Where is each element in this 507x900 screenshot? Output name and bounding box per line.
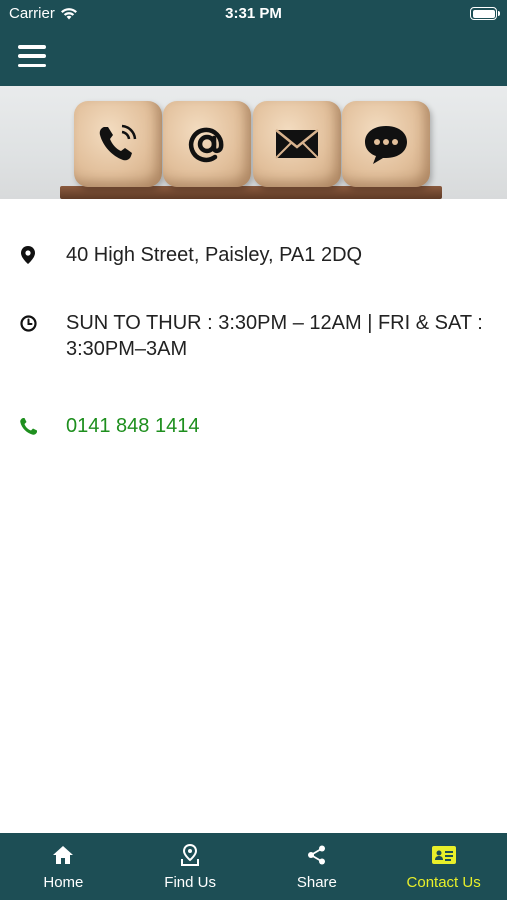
tab-home[interactable]: Home bbox=[0, 833, 127, 900]
hamburger-menu-icon[interactable] bbox=[18, 44, 46, 68]
map-pin-icon bbox=[18, 245, 38, 265]
chat-cube bbox=[342, 101, 430, 187]
bottom-tab-bar: Home Find Us Share Contact Us bbox=[0, 833, 507, 900]
tab-share[interactable]: Share bbox=[254, 833, 381, 900]
email-at-cube bbox=[163, 101, 251, 187]
clock-time: 3:31 PM bbox=[225, 5, 282, 22]
chat-bubble-icon bbox=[365, 126, 407, 164]
mail-cube bbox=[253, 101, 341, 187]
phone-cube bbox=[74, 101, 162, 187]
clock-icon bbox=[18, 313, 38, 333]
tab-share-label: Share bbox=[296, 874, 337, 891]
envelope-icon bbox=[275, 129, 319, 159]
phone-icon bbox=[18, 416, 38, 436]
opening-hours-text: SUN TO THUR : 3:30PM – 12AM | FRI & SAT … bbox=[66, 312, 483, 360]
contact-card-icon bbox=[431, 843, 456, 867]
app-header bbox=[0, 28, 507, 86]
battery-icon bbox=[470, 7, 500, 20]
phone-icon bbox=[99, 124, 137, 161]
status-bar: Carrier 3:31 PM bbox=[0, 0, 507, 28]
contact-banner-image bbox=[0, 86, 507, 199]
tab-find-us[interactable]: Find Us bbox=[127, 833, 254, 900]
address-text: 40 High Street, Paisley, PA1 2DQ bbox=[66, 244, 363, 266]
tab-home-label: Home bbox=[43, 874, 84, 891]
home-icon bbox=[51, 843, 75, 867]
tab-contact-us-label: Contact Us bbox=[406, 874, 481, 891]
at-sign-icon bbox=[188, 127, 224, 163]
share-icon bbox=[305, 843, 329, 867]
wooden-shelf bbox=[60, 186, 442, 199]
tab-find-us-label: Find Us bbox=[164, 874, 216, 891]
phone-number-link[interactable]: 0141 848 1414 bbox=[66, 413, 486, 439]
location-pin-icon bbox=[178, 843, 202, 867]
tab-contact-us[interactable]: Contact Us bbox=[380, 833, 507, 900]
